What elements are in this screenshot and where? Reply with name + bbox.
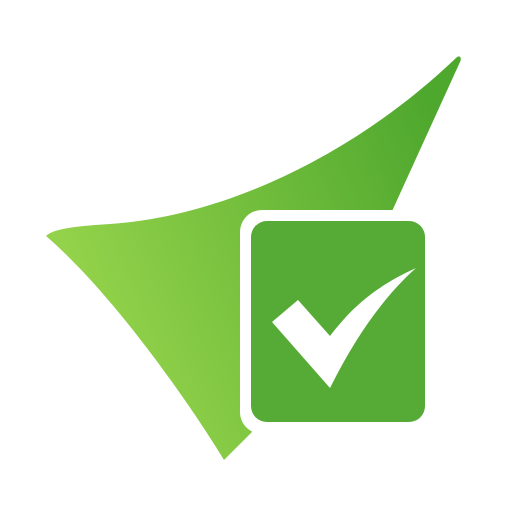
logo-graphic: [46, 56, 461, 461]
app-logo: [0, 0, 512, 512]
